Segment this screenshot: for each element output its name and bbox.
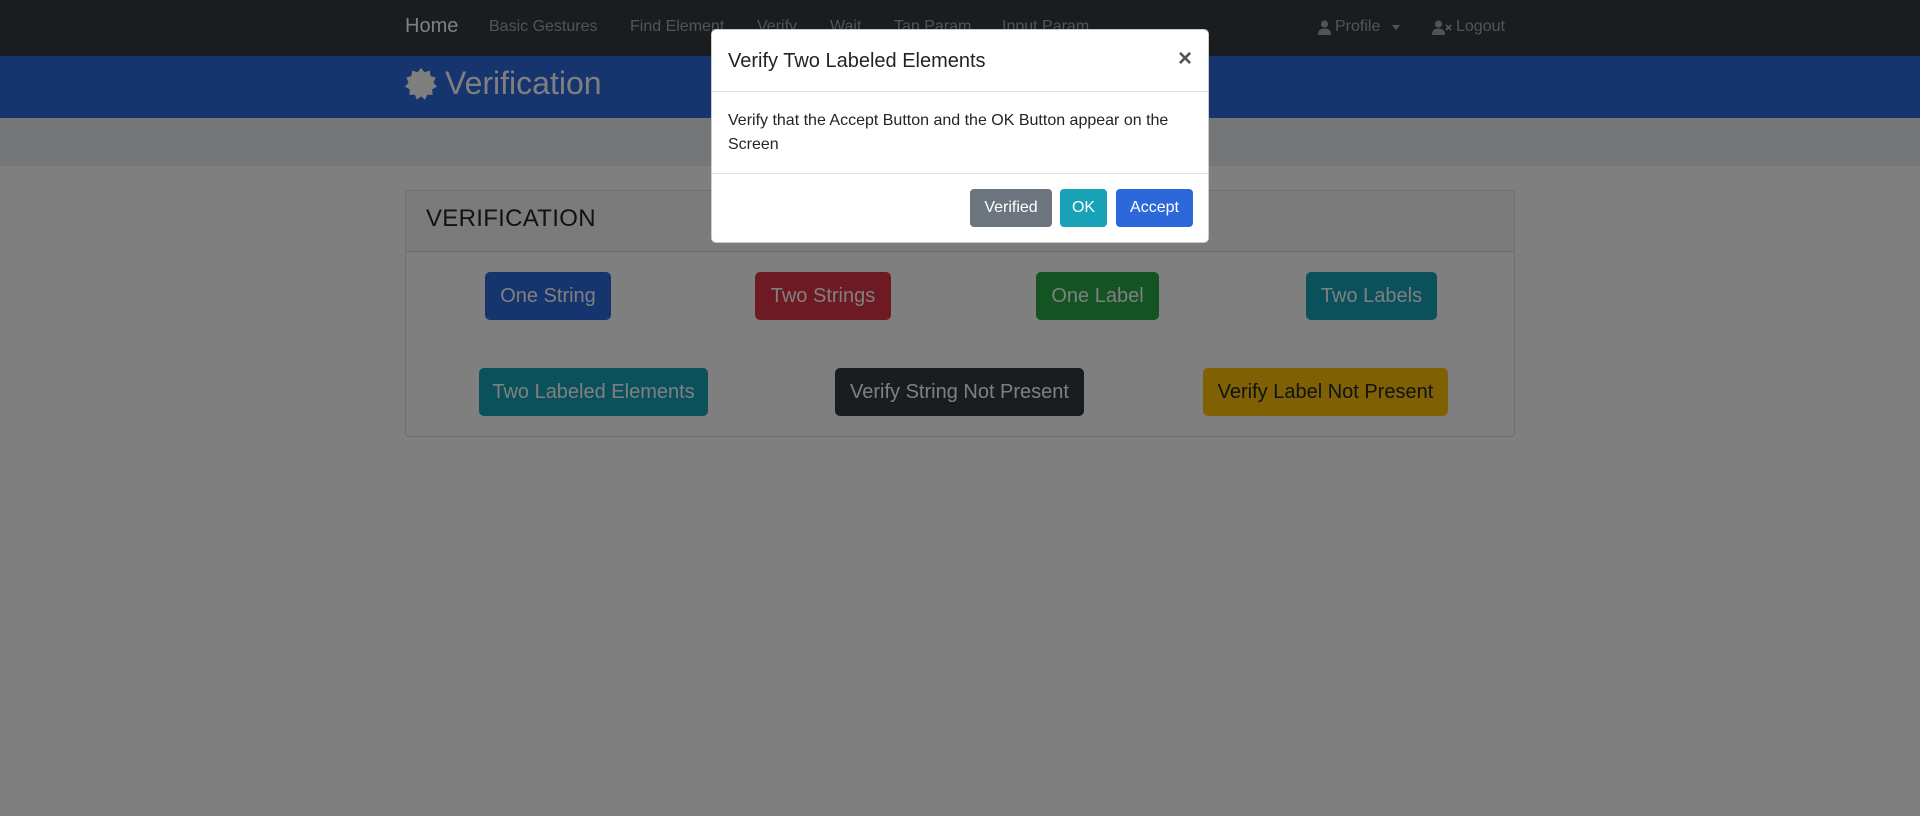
- accept-button[interactable]: Accept: [1116, 189, 1193, 227]
- modal-footer: Verified OK Accept: [712, 173, 1208, 243]
- modal-body-text: Verify that the Accept Button and the OK…: [728, 112, 1169, 153]
- modal-title: Verify Two Labeled Elements: [728, 50, 986, 72]
- close-icon[interactable]: ×: [1178, 45, 1192, 73]
- modal-dialog: Verify Two Labeled Elements × Verify tha…: [711, 29, 1209, 243]
- verified-button[interactable]: Verified: [970, 189, 1052, 227]
- ok-button[interactable]: OK: [1060, 189, 1107, 227]
- modal-header: Verify Two Labeled Elements ×: [712, 30, 1208, 92]
